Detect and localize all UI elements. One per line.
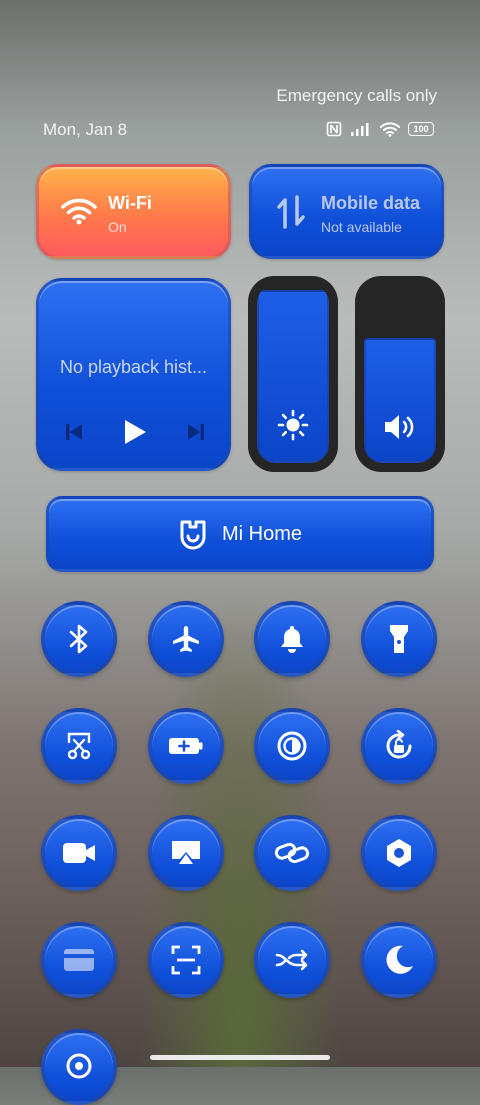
cast-toggle[interactable]	[148, 815, 224, 891]
mobile-data-subtitle: Not available	[321, 219, 402, 235]
volume-slider[interactable]	[355, 276, 445, 472]
mobile-data-tile[interactable]: Mobile data Not available	[249, 164, 444, 259]
wifi-subtitle: On	[108, 219, 127, 235]
speaker-icon	[385, 415, 414, 439]
moon-icon	[386, 945, 413, 974]
media-player-tile[interactable]: No playback hist...	[36, 278, 231, 471]
screen-recorder-toggle[interactable]	[41, 815, 117, 891]
rotation-lock-icon	[386, 730, 412, 759]
media-status-text: No playback hist...	[59, 357, 208, 377]
airplane-mode-toggle[interactable]	[148, 601, 224, 677]
screenshot-scissors-icon	[67, 732, 91, 760]
battery-saver-icon	[169, 738, 203, 754]
next-track-icon[interactable]	[187, 422, 205, 442]
mi-home-button[interactable]: Mi Home	[46, 496, 434, 572]
bluetooth-toggle[interactable]	[41, 601, 117, 677]
dark-mode-toggle[interactable]	[254, 708, 330, 784]
volume-fill	[364, 338, 436, 463]
play-icon[interactable]	[123, 419, 147, 445]
battery-icon: 100	[408, 122, 434, 136]
card-icon	[64, 949, 94, 971]
wallet-toggle[interactable]	[41, 922, 117, 998]
wifi-icon	[61, 198, 97, 225]
wifi-tile[interactable]: Wi-Fi On	[36, 164, 231, 259]
airplane-icon	[173, 626, 199, 652]
date-label: Mon, Jan 8	[43, 120, 128, 139]
brightness-track	[257, 285, 329, 463]
previous-track-icon[interactable]	[65, 422, 83, 442]
video-camera-icon	[63, 843, 95, 863]
notifications-toggle[interactable]	[254, 601, 330, 677]
home-indicator[interactable]	[150, 1055, 330, 1060]
nfc-icon	[326, 121, 342, 137]
cast-icon	[172, 841, 200, 864]
battery-saver-toggle[interactable]	[148, 708, 224, 784]
carrier-status: Emergency calls only	[276, 86, 437, 105]
screenshot-toggle[interactable]	[41, 708, 117, 784]
rotation-lock-toggle[interactable]	[361, 708, 437, 784]
bluetooth-icon	[69, 624, 88, 654]
settings-hex-icon	[387, 839, 411, 867]
mi-home-label: Mi Home	[221, 522, 302, 545]
flashlight-icon	[390, 625, 408, 653]
wifi-title: Wi-Fi	[108, 193, 152, 213]
shuffle-icon	[275, 949, 308, 971]
sync-toggle[interactable]	[254, 922, 330, 998]
contrast-icon	[277, 731, 307, 761]
mobile-data-title: Mobile data	[321, 193, 421, 213]
scanner-toggle[interactable]	[148, 922, 224, 998]
signal-icon	[351, 123, 369, 136]
bell-icon	[281, 626, 303, 653]
link-icon	[274, 842, 310, 864]
wifi-status-icon	[380, 121, 400, 137]
settings-toggle[interactable]	[361, 815, 437, 891]
mobile-data-icon	[277, 195, 305, 229]
location-icon	[66, 1053, 92, 1079]
volume-track	[364, 285, 436, 463]
brightness-slider[interactable]	[248, 276, 338, 472]
night-mode-toggle[interactable]	[361, 922, 437, 998]
flashlight-toggle[interactable]	[361, 601, 437, 677]
mi-home-icon	[180, 520, 206, 550]
scanner-icon	[171, 945, 201, 975]
location-toggle[interactable]	[41, 1029, 117, 1105]
status-icons: 100	[326, 121, 434, 137]
sun-icon	[277, 409, 309, 441]
link-toggle[interactable]	[254, 815, 330, 891]
